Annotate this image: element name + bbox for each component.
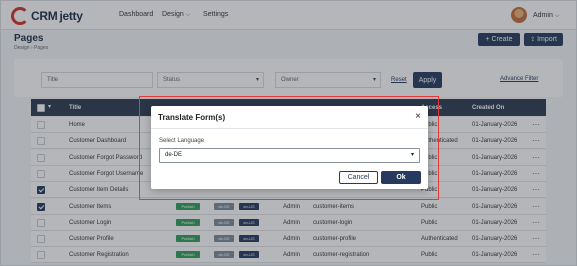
modal-divider — [151, 128, 428, 129]
language-select-value: de-DE — [165, 152, 183, 158]
language-label: Select Language — [159, 138, 205, 144]
dropdown-arrow-icon: ▾ — [410, 152, 414, 158]
modal-title: Translate Form(s) — [158, 113, 226, 122]
app-frame: CRM jetty Dashboard Design ⌵ Settings Admi… — [0, 0, 577, 266]
language-select[interactable]: de-DE ▾ — [159, 148, 420, 163]
close-icon[interactable]: × — [415, 111, 421, 122]
ok-button[interactable]: Ok — [381, 171, 421, 184]
cancel-button[interactable]: Cancel — [339, 171, 378, 184]
translate-modal: Translate Form(s) × Select Language de-D… — [151, 106, 428, 189]
